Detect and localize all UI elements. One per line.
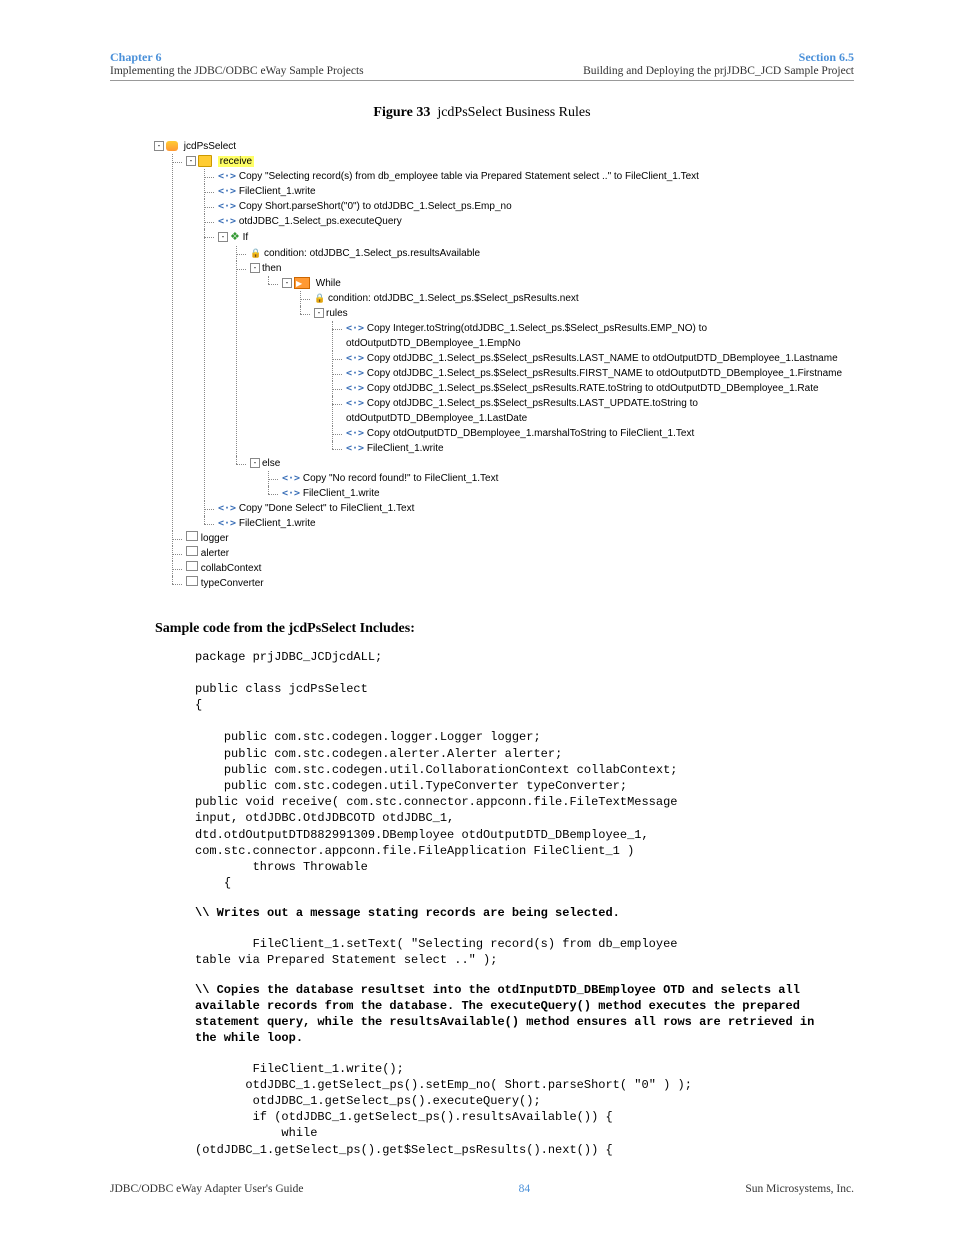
then-node[interactable]: -then -▶ While 🔒 condition: otdJDBC_1.Se… bbox=[236, 261, 854, 456]
code-block-1: package prjJDBC_JCDjcdALL; public class … bbox=[195, 649, 834, 892]
copy-icon: <·> bbox=[218, 216, 236, 227]
rule-node[interactable]: <·> Copy "Done Select" to FileClient_1.T… bbox=[204, 501, 854, 516]
section-label: Section 6.5 bbox=[583, 50, 854, 65]
root-icon bbox=[166, 141, 178, 151]
collab-node[interactable]: collabContext bbox=[172, 561, 854, 576]
while-node[interactable]: -▶ While 🔒 condition: otdJDBC_1.Select_p… bbox=[268, 276, 854, 456]
lock-icon: 🔒 bbox=[250, 248, 261, 258]
if-node[interactable]: -❖ If 🔒 condition: otdJDBC_1.Select_ps.r… bbox=[204, 229, 854, 501]
condition-node[interactable]: 🔒 condition: otdJDBC_1.Select_ps.results… bbox=[236, 246, 854, 261]
expand-icon[interactable]: - bbox=[154, 141, 164, 151]
receive-node[interactable]: - receive <·> Copy "Selecting record(s) … bbox=[172, 154, 854, 531]
while-icon: ▶ bbox=[294, 277, 310, 289]
footer-right: Sun Microsystems, Inc. bbox=[745, 1183, 854, 1195]
if-icon: ❖ bbox=[230, 231, 240, 243]
figure-name: jcdPsSelect Business Rules bbox=[437, 105, 590, 120]
page-footer: JDBC/ODBC eWay Adapter User's Guide 84 S… bbox=[110, 1183, 854, 1195]
box-icon bbox=[186, 561, 198, 571]
copy-icon: <·> bbox=[218, 518, 236, 529]
copy-icon: <·> bbox=[282, 488, 300, 499]
section-heading: Sample code from the jcdPsSelect Include… bbox=[155, 621, 854, 637]
rule-node[interactable]: <·> Copy otdJDBC_1.Select_ps.$Select_psR… bbox=[332, 396, 854, 426]
copy-icon: <·> bbox=[218, 186, 236, 197]
copy-icon: <·> bbox=[282, 473, 300, 484]
rule-node[interactable]: <·> Copy "No record found!" to FileClien… bbox=[268, 471, 854, 486]
root-label: jcdPsSelect bbox=[184, 141, 236, 152]
condition-node[interactable]: 🔒 condition: otdJDBC_1.Select_ps.$Select… bbox=[300, 291, 854, 306]
code-comment-1: \\ Writes out a message stating records … bbox=[195, 905, 834, 921]
chapter-subtitle: Implementing the JDBC/ODBC eWay Sample P… bbox=[110, 65, 364, 77]
copy-icon: <·> bbox=[218, 171, 236, 182]
copy-icon: <·> bbox=[346, 368, 364, 379]
page-header: Chapter 6 Implementing the JDBC/ODBC eWa… bbox=[110, 50, 854, 81]
rule-node[interactable]: <·> Copy otdJDBC_1.Select_ps.$Select_psR… bbox=[332, 351, 854, 366]
expand-icon[interactable]: - bbox=[186, 156, 196, 166]
copy-icon: <·> bbox=[346, 398, 364, 409]
copy-icon: <·> bbox=[346, 443, 364, 454]
expand-icon[interactable]: - bbox=[250, 458, 260, 468]
copy-icon: <·> bbox=[346, 323, 364, 334]
code-block-3: FileClient_1.write(); otdJDBC_1.getSelec… bbox=[195, 1061, 834, 1158]
folder-icon bbox=[198, 155, 212, 167]
figure-title: Figure 33 jcdPsSelect Business Rules bbox=[110, 105, 854, 121]
box-icon bbox=[186, 576, 198, 586]
copy-icon: <·> bbox=[218, 201, 236, 212]
box-icon bbox=[186, 546, 198, 556]
business-rules-tree: - jcdPsSelect - receive <·> Copy "Select… bbox=[140, 139, 854, 591]
page: Chapter 6 Implementing the JDBC/ODBC eWa… bbox=[0, 0, 954, 1235]
copy-icon: <·> bbox=[346, 428, 364, 439]
rule-node[interactable]: <·> otdJDBC_1.Select_ps.executeQuery bbox=[204, 214, 854, 229]
rule-node[interactable]: <·> Copy Short.parseShort("0") to otdJDB… bbox=[204, 199, 854, 214]
copy-icon: <·> bbox=[346, 353, 364, 364]
rule-node[interactable]: <·> FileClient_1.write bbox=[204, 516, 854, 531]
copy-icon: <·> bbox=[218, 503, 236, 514]
receive-label: receive bbox=[218, 156, 254, 167]
rule-node[interactable]: <·> FileClient_1.write bbox=[268, 486, 854, 501]
rule-node[interactable]: <·> Copy "Selecting record(s) from db_em… bbox=[204, 169, 854, 184]
tree-root[interactable]: - jcdPsSelect - receive <·> Copy "Select… bbox=[140, 139, 854, 591]
copy-icon: <·> bbox=[346, 383, 364, 394]
footer-left: JDBC/ODBC eWay Adapter User's Guide bbox=[110, 1183, 303, 1195]
rule-node[interactable]: <·> FileClient_1.write bbox=[204, 184, 854, 199]
rule-node[interactable]: <·> FileClient_1.write bbox=[332, 441, 854, 456]
code-block-2: FileClient_1.setText( "Selecting record(… bbox=[195, 936, 834, 968]
expand-icon[interactable]: - bbox=[282, 278, 292, 288]
expand-icon[interactable]: - bbox=[218, 232, 228, 242]
rule-node[interactable]: <·> Copy otdJDBC_1.Select_ps.$Select_psR… bbox=[332, 381, 854, 396]
lock-icon: 🔒 bbox=[314, 293, 325, 303]
page-number: 84 bbox=[519, 1183, 531, 1195]
expand-icon[interactable]: - bbox=[314, 308, 324, 318]
else-node[interactable]: -else <·> Copy "No record found!" to Fil… bbox=[236, 456, 854, 501]
chapter-label: Chapter 6 bbox=[110, 50, 364, 65]
box-icon bbox=[186, 531, 198, 541]
rule-node[interactable]: <·> Copy Integer.toString(otdJDBC_1.Sele… bbox=[332, 321, 854, 351]
rules-node[interactable]: -rules <·> Copy Integer.toString(otdJDBC… bbox=[300, 306, 854, 456]
code-comment-2: \\ Copies the database resultset into th… bbox=[195, 982, 834, 1047]
expand-icon[interactable]: - bbox=[250, 263, 260, 273]
typeconv-node[interactable]: typeConverter bbox=[172, 576, 854, 591]
logger-node[interactable]: logger bbox=[172, 531, 854, 546]
header-left: Chapter 6 Implementing the JDBC/ODBC eWa… bbox=[110, 50, 364, 77]
rule-node[interactable]: <·> Copy otdJDBC_1.Select_ps.$Select_psR… bbox=[332, 366, 854, 381]
section-subtitle: Building and Deploying the prjJDBC_JCD S… bbox=[583, 65, 854, 77]
figure-label: Figure 33 bbox=[373, 105, 430, 120]
header-right: Section 6.5 Building and Deploying the p… bbox=[583, 50, 854, 77]
rule-node[interactable]: <·> Copy otdOutputDTD_DBemployee_1.marsh… bbox=[332, 426, 854, 441]
alerter-node[interactable]: alerter bbox=[172, 546, 854, 561]
